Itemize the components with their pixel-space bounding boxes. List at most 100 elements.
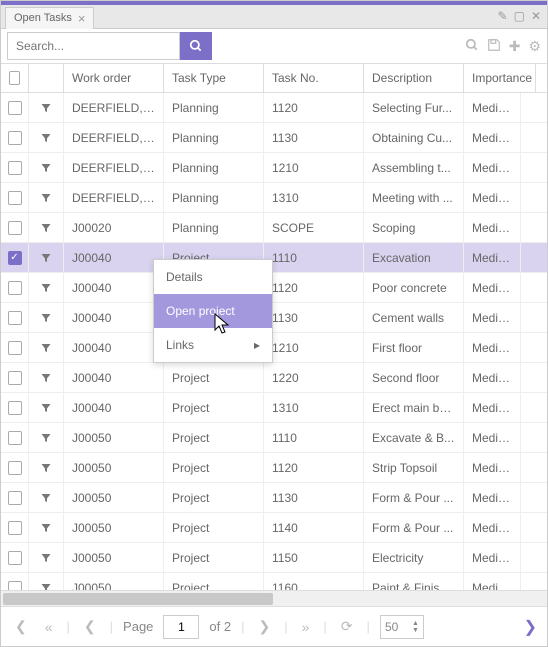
search-button[interactable]: [180, 32, 212, 60]
close-window-icon[interactable]: ✕: [531, 9, 541, 23]
row-checkbox[interactable]: [1, 183, 29, 212]
first-page-icon[interactable]: ❮: [11, 618, 31, 635]
row-filter-icon[interactable]: [29, 93, 64, 122]
row-checkbox[interactable]: [1, 123, 29, 152]
ctx-details[interactable]: Details: [154, 260, 272, 294]
row-checkbox[interactable]: [1, 153, 29, 182]
page-input[interactable]: [163, 615, 199, 639]
row-filter-icon[interactable]: [29, 543, 64, 572]
row-checkbox[interactable]: [1, 213, 29, 242]
last-page-double-icon[interactable]: »: [298, 619, 314, 635]
row-filter-icon[interactable]: [29, 243, 64, 272]
tab-open-tasks[interactable]: Open Tasks ×: [5, 7, 94, 29]
row-filter-icon[interactable]: [29, 273, 64, 302]
row-filter-icon[interactable]: [29, 183, 64, 212]
row-filter-icon[interactable]: [29, 303, 64, 332]
row-checkbox[interactable]: [1, 453, 29, 482]
cell-importance: Medium: [464, 213, 521, 242]
row-filter-icon[interactable]: [29, 573, 64, 590]
cell-task-no: 1130: [264, 123, 364, 152]
cell-work-order: J00040: [64, 303, 164, 332]
row-filter-icon[interactable]: [29, 483, 64, 512]
cell-task-no: 1220: [264, 363, 364, 392]
cell-work-order: DEERFIELD, 8 ...: [64, 93, 164, 122]
next-page-icon[interactable]: ❯: [255, 618, 275, 635]
gear-icon[interactable]: ⚙: [528, 38, 541, 55]
row-filter-icon[interactable]: [29, 123, 64, 152]
row-checkbox[interactable]: [1, 573, 29, 590]
cell-description: Form & Pour ...: [364, 513, 464, 542]
edit-icon[interactable]: ✎: [498, 9, 508, 23]
cell-task-no: 1210: [264, 153, 364, 182]
scrollbar-thumb[interactable]: [3, 593, 273, 605]
row-checkbox[interactable]: ✓: [1, 243, 29, 272]
table-row[interactable]: J00050Project1110Excavate & B...Medium: [1, 423, 547, 453]
cell-description: Assembling t...: [364, 153, 464, 182]
row-checkbox[interactable]: [1, 303, 29, 332]
page-size-input[interactable]: 50 ▲▼: [380, 615, 424, 639]
row-checkbox[interactable]: [1, 333, 29, 362]
ctx-open-project[interactable]: Open project: [154, 294, 272, 328]
row-checkbox[interactable]: [1, 273, 29, 302]
row-checkbox[interactable]: [1, 423, 29, 452]
cell-description: Scoping: [364, 213, 464, 242]
cell-task-no: 1210: [264, 333, 364, 362]
table-row[interactable]: J00020PlanningSCOPEScopingMedium: [1, 213, 547, 243]
cell-task-no: 1140: [264, 513, 364, 542]
close-icon[interactable]: ×: [78, 11, 86, 26]
table-row[interactable]: DEERFIELD, 8 ...Planning1310Meeting with…: [1, 183, 547, 213]
prev-page-icon[interactable]: ❮: [80, 618, 100, 635]
table-row[interactable]: J00040Project1210First floorMedium: [1, 333, 547, 363]
col-work-order[interactable]: Work order: [64, 64, 164, 92]
row-filter-icon[interactable]: [29, 423, 64, 452]
col-description[interactable]: Description: [364, 64, 464, 92]
row-checkbox[interactable]: [1, 363, 29, 392]
row-filter-icon[interactable]: [29, 363, 64, 392]
table-row[interactable]: DEERFIELD, 8 ...Planning1210Assembling t…: [1, 153, 547, 183]
row-checkbox[interactable]: [1, 393, 29, 422]
row-filter-icon[interactable]: [29, 153, 64, 182]
row-filter-icon[interactable]: [29, 453, 64, 482]
row-checkbox[interactable]: [1, 513, 29, 542]
table-row[interactable]: ✓J00040Project1110ExcavationMedium: [1, 243, 547, 273]
col-importance[interactable]: Importance: [464, 64, 536, 92]
table-row[interactable]: J00050Project1130Form & Pour ...Medium: [1, 483, 547, 513]
add-icon[interactable]: ✚: [509, 38, 521, 55]
first-page-double-icon[interactable]: «: [41, 619, 57, 635]
table-row[interactable]: DEERFIELD, 8 ...Planning1130Obtaining Cu…: [1, 123, 547, 153]
row-filter-icon[interactable]: [29, 213, 64, 242]
ctx-links[interactable]: Links▸: [154, 328, 272, 362]
table-row[interactable]: J00050Project1150ElectricityMedium: [1, 543, 547, 573]
col-task-type[interactable]: Task Type: [164, 64, 264, 92]
row-filter-icon[interactable]: [29, 393, 64, 422]
row-filter-icon[interactable]: [29, 513, 64, 542]
row-checkbox[interactable]: [1, 543, 29, 572]
table-body[interactable]: DEERFIELD, 8 ...Planning1120Selecting Fu…: [1, 93, 547, 590]
refresh-icon[interactable]: ⟳: [337, 618, 357, 635]
table-row[interactable]: J00050Project1120Strip TopsoilMedium: [1, 453, 547, 483]
table-row[interactable]: J00040Project1120Poor concreteMedium: [1, 273, 547, 303]
table-row[interactable]: J00040Project1310Erect main be...Medium: [1, 393, 547, 423]
table-row[interactable]: DEERFIELD, 8 ...Planning1120Selecting Fu…: [1, 93, 547, 123]
row-filter-icon[interactable]: [29, 333, 64, 362]
header-checkbox[interactable]: [1, 64, 29, 92]
cell-description: Selecting Fur...: [364, 93, 464, 122]
search-alt-icon[interactable]: [465, 38, 479, 55]
row-checkbox[interactable]: [1, 93, 29, 122]
cell-importance: Medium: [464, 333, 521, 362]
popout-icon[interactable]: ▢: [514, 9, 525, 23]
horizontal-scrollbar[interactable]: [1, 590, 547, 606]
table-row[interactable]: J00040Project1130Cement wallsMedium: [1, 303, 547, 333]
cell-work-order: DEERFIELD, 8 ...: [64, 153, 164, 182]
cell-importance: Medium: [464, 423, 521, 452]
row-checkbox[interactable]: [1, 483, 29, 512]
table-row[interactable]: J00050Project1160Paint & Finish...Medium: [1, 573, 547, 590]
save-icon[interactable]: [487, 38, 501, 55]
table-row[interactable]: J00050Project1140Form & Pour ...Medium: [1, 513, 547, 543]
cell-task-no: 1130: [264, 303, 364, 332]
stepper-icon[interactable]: ▲▼: [412, 620, 419, 634]
search-input[interactable]: [7, 32, 180, 60]
col-task-no[interactable]: Task No.: [264, 64, 364, 92]
table-row[interactable]: J00040Project1220Second floorMedium: [1, 363, 547, 393]
pager-next-main-icon[interactable]: ❯: [524, 617, 537, 637]
